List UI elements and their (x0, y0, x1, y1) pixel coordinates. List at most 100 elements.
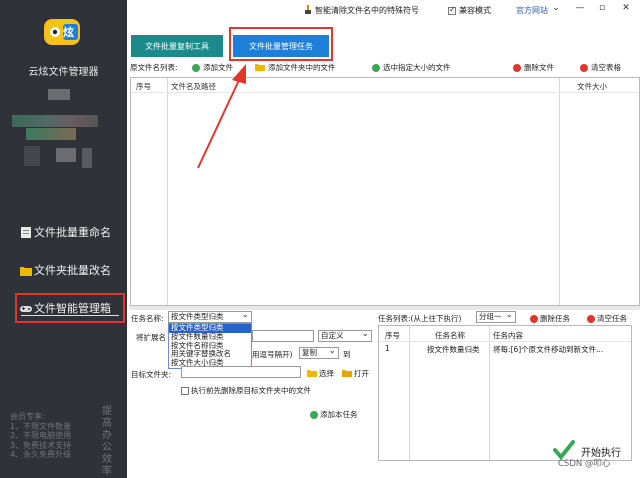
row-task-name: 按文件数量归类 (427, 345, 480, 354)
gamepad-icon (20, 303, 32, 314)
header-separator (379, 341, 631, 342)
promo-line: 1、不限文件数量 (10, 421, 72, 431)
promo-line: 2、不限电脑使用 (10, 431, 72, 440)
folder-add-icon (255, 63, 265, 73)
maximize-button[interactable]: ▫ (595, 3, 609, 13)
add-file-button[interactable]: 添加文件 (192, 62, 233, 73)
clear-table-button[interactable]: 清空表格 (580, 62, 621, 73)
hint-text: 用逗号隔开) (252, 350, 293, 359)
row-task-content: 将每:[6]个原文件移动到新文件... (493, 345, 604, 354)
minus-icon (530, 314, 538, 323)
sidebar: 炫 云炫文件管理器 文件批量重命名 文件夹批量改名 文件智能管理箱 会员专享: 1… (0, 0, 127, 478)
title-bar: 智能清除文件名中的特殊符号 ✓ 兼容模式 官方网站 ⌄ — ▫ ✕ (127, 0, 642, 22)
delete-before-checkbox[interactable]: 执行前先删除原目标文件夹中的文件 (181, 385, 311, 396)
clear-tasks-label: 清空任务 (597, 314, 627, 323)
file-table[interactable]: 序号 文件名及路径 文件大小 (130, 77, 640, 306)
blurred-info (24, 146, 40, 166)
to-label: 到 (343, 350, 351, 359)
file-toolbar: 原文件名列表: 添加文件 添加文件夹中的文件 选中指定大小的文件 删除文件 清空… (129, 61, 640, 75)
delete-task-button[interactable]: 删除任务 (530, 313, 570, 324)
horizontal-scrollbar[interactable] (130, 306, 640, 310)
add-folder-files-button[interactable]: 添加文件夹中的文件 (255, 62, 336, 73)
column-header-path[interactable]: 文件名及路径 (171, 81, 216, 92)
sidebar-item-smart-manager[interactable]: 文件智能管理箱 (15, 293, 125, 323)
select-by-size-label: 选中指定大小的文件 (383, 63, 451, 72)
task-type-dropdown[interactable]: 按文件类型归类 按文件数量归类 按文件名称归类 用关键字替换改名 按文件大小归类 (168, 323, 252, 369)
website-link[interactable]: 官方网站 (516, 5, 548, 16)
column-divider (167, 78, 168, 305)
copy-mode-select[interactable]: 复制 (299, 346, 339, 359)
menu-chevron-icon[interactable]: ⌄ (549, 3, 563, 13)
task-type-select[interactable]: 按文件类型归类 (168, 310, 252, 323)
open-folder-button[interactable]: 打开 (342, 368, 369, 379)
clear-table-label: 清空表格 (591, 63, 621, 72)
close-button[interactable]: ✕ (619, 3, 633, 13)
task-list-label: 任务列表:(从上往下执行) (378, 314, 462, 323)
plus-icon (310, 410, 318, 419)
add-file-label: 添加文件 (203, 63, 233, 72)
custom-select[interactable]: 自定义 (318, 329, 372, 342)
app-name: 云炫文件管理器 (28, 67, 99, 78)
folder-icon (307, 369, 317, 379)
delete-task-label: 删除任务 (540, 314, 570, 323)
clear-tasks-button[interactable]: 清空任务 (587, 313, 627, 324)
promo-line: 4、永久免费升级 (10, 450, 72, 459)
add-task-label: 添加本任务 (320, 410, 358, 419)
task-name-label: 任务名称: (131, 314, 164, 323)
logo-text: 炫 (63, 26, 74, 39)
column-divider (409, 326, 410, 460)
choose-folder-button[interactable]: 选择 (307, 368, 334, 379)
column-divider (489, 326, 490, 460)
blurred-info (12, 115, 98, 127)
promo-list: 会员专享: 1、不限文件数量 2、不限电脑使用 3、免费技术支持 4、永久免费升级 (10, 412, 71, 460)
document-icon (20, 226, 32, 238)
sidebar-item-batch-rename[interactable]: 文件批量重命名 (20, 222, 124, 242)
tab-batch-copy[interactable]: 文件批量复制工具 (131, 35, 223, 57)
column-header-task-name[interactable]: 任务名称 (435, 330, 465, 341)
compat-mode-checkbox[interactable]: ✓ 兼容模式 (448, 5, 491, 16)
select-by-size-button[interactable]: 选中指定大小的文件 (372, 62, 451, 73)
column-header-size[interactable]: 文件大小 (577, 81, 607, 92)
target-folder-input[interactable] (181, 366, 301, 378)
watermark: CSDN @叩心 (558, 459, 611, 469)
sidebar-item-label: 文件夹批量改名 (34, 264, 111, 277)
checkbox[interactable] (181, 386, 189, 395)
feature-link-label: 智能清除文件名中的特殊符号 (315, 6, 419, 15)
checkbox[interactable]: ✓ (448, 5, 456, 15)
feature-link[interactable]: 智能清除文件名中的特殊符号 (304, 5, 419, 16)
folder-icon (20, 265, 32, 276)
add-task-button[interactable]: 添加本任务 (310, 409, 358, 420)
delete-before-label: 执行前先删除原目标文件夹中的文件 (191, 386, 311, 395)
folder-open-icon (342, 369, 352, 379)
sidebar-item-label: 文件智能管理箱 (34, 302, 111, 315)
add-folder-files-label: 添加文件夹中的文件 (268, 63, 336, 72)
highlight-box (229, 27, 333, 61)
extension-input[interactable] (252, 330, 314, 342)
delete-file-button[interactable]: 删除文件 (513, 62, 554, 73)
column-header-task-content[interactable]: 任务内容 (493, 330, 523, 341)
plus-icon (192, 63, 200, 72)
extension-label: 将扩展名 (136, 333, 166, 342)
column-header-index[interactable]: 序号 (385, 330, 400, 341)
row-index: 1 (385, 344, 390, 353)
group-select[interactable]: 分组一 (476, 310, 516, 323)
blurred-info (26, 128, 76, 140)
delete-file-label: 删除文件 (524, 63, 554, 72)
header-separator (131, 92, 639, 93)
brush-icon (304, 5, 312, 16)
minimize-button[interactable]: — (573, 3, 587, 13)
blurred-avatar (48, 89, 70, 100)
sidebar-item-folder-rename[interactable]: 文件夹批量改名 (20, 260, 124, 280)
app-logo (44, 19, 80, 45)
clear-icon (587, 314, 595, 323)
check-icon (372, 63, 380, 72)
compat-mode-label: 兼容模式 (459, 6, 491, 15)
clear-icon (580, 63, 588, 72)
blurred-info (82, 148, 92, 168)
target-folder-label: 目标文件夹: (131, 370, 172, 379)
choose-label: 选择 (319, 369, 334, 378)
blurred-info (56, 148, 76, 162)
column-header-index[interactable]: 序号 (136, 81, 151, 92)
promo-slogan: 提高办公效率 (102, 406, 112, 477)
open-label: 打开 (354, 369, 369, 378)
